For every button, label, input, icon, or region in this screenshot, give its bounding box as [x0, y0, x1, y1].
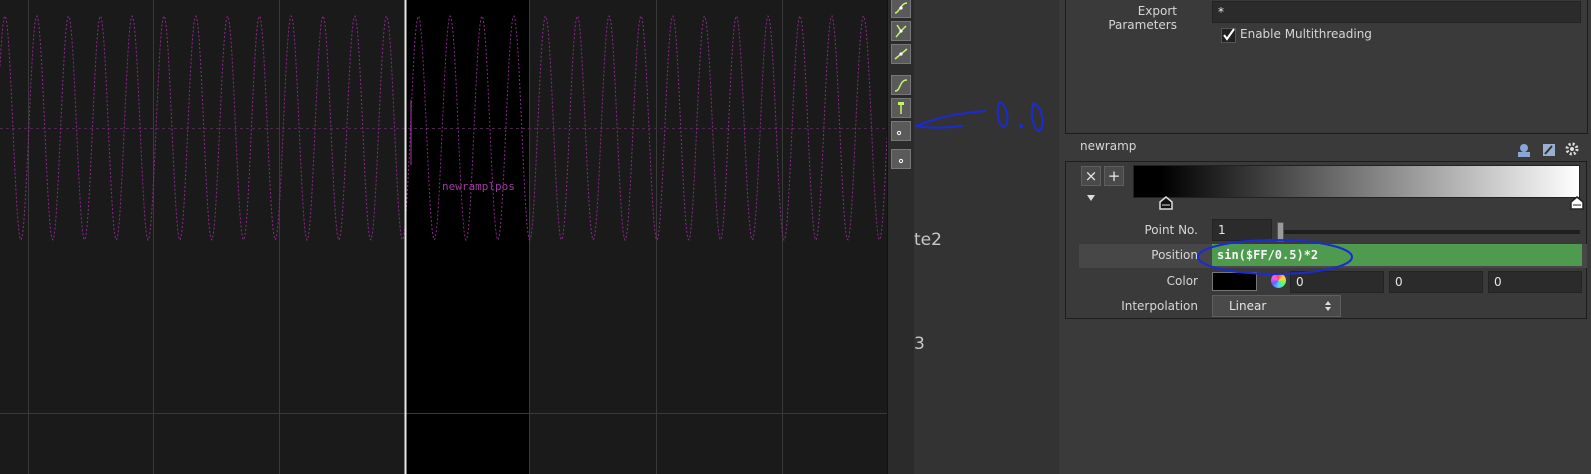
checkmark-icon	[1223, 28, 1235, 41]
point-no-slider-handle[interactable]	[1277, 222, 1284, 242]
ramp-key-marker[interactable]	[1570, 196, 1584, 210]
point-no-field[interactable]: 1	[1212, 219, 1272, 241]
remove-point-button[interactable]: ×	[1081, 166, 1101, 186]
interpolation-label: Interpolation	[1121, 299, 1198, 313]
graph-grid	[0, 0, 887, 474]
bezier-tangent-button[interactable]	[891, 0, 911, 18]
ramp-presets-icon[interactable]	[1515, 141, 1533, 159]
linear-segment-icon	[894, 48, 908, 60]
network-view[interactable]: te2 3	[914, 0, 1059, 474]
ramp-options-icon[interactable]	[1540, 141, 1558, 159]
color-g-field[interactable]: 0	[1389, 271, 1483, 293]
position-label: Position	[1151, 248, 1198, 262]
color-swatch[interactable]	[1212, 272, 1257, 291]
point-no-label: Point No.	[1144, 223, 1198, 237]
chevron-down-icon[interactable]	[1086, 194, 1096, 202]
add-point-button[interactable]: +	[1104, 166, 1124, 186]
pin-button[interactable]	[891, 98, 911, 118]
ramp-key-marker[interactable]	[1159, 196, 1173, 210]
bezier-tangent-icon	[894, 2, 908, 14]
point-icon	[898, 158, 904, 164]
position-expression-field[interactable]: sin($FF/0.5)*2	[1212, 244, 1582, 266]
graph-toolbar	[887, 0, 914, 474]
curve-label: newramplpos	[442, 180, 515, 193]
interpolation-dropdown[interactable]: Linear	[1212, 295, 1341, 317]
pin-icon	[898, 102, 904, 114]
ramp-title: newramp	[1080, 139, 1137, 153]
interpolation-value: Linear	[1229, 299, 1267, 313]
graph-canvas: newramplpos	[0, 0, 887, 474]
color-label: Color	[1166, 274, 1198, 288]
color-b-field[interactable]: 0	[1488, 271, 1582, 293]
node-label[interactable]: te2	[914, 230, 942, 250]
point-button[interactable]	[891, 121, 911, 141]
export-parameters-field[interactable]: *	[1212, 1, 1581, 23]
linear-segment-button[interactable]	[891, 44, 911, 64]
multithreading-label: Enable Multithreading	[1240, 27, 1372, 41]
node-label[interactable]: 3	[914, 334, 925, 354]
color-r-field[interactable]: 0	[1290, 271, 1384, 293]
stepper-arrows-icon	[1325, 301, 1331, 311]
break-tangent-icon	[895, 24, 907, 38]
ease-curve-button[interactable]	[891, 75, 911, 95]
ease-curve-icon	[894, 79, 908, 92]
point-button-2[interactable]	[891, 149, 911, 169]
color-picker-icon[interactable]	[1271, 273, 1286, 288]
multithreading-checkbox[interactable]	[1221, 28, 1236, 43]
break-tangent-button[interactable]	[891, 21, 911, 41]
point-no-slider-track[interactable]	[1281, 230, 1580, 234]
point-icon	[896, 130, 902, 136]
animation-graph[interactable]: newramplpos	[0, 0, 887, 474]
ramp-gradient[interactable]	[1133, 165, 1580, 198]
export-parameters-label: Export Parameters	[1108, 4, 1177, 32]
gear-icon[interactable]	[1563, 140, 1581, 158]
